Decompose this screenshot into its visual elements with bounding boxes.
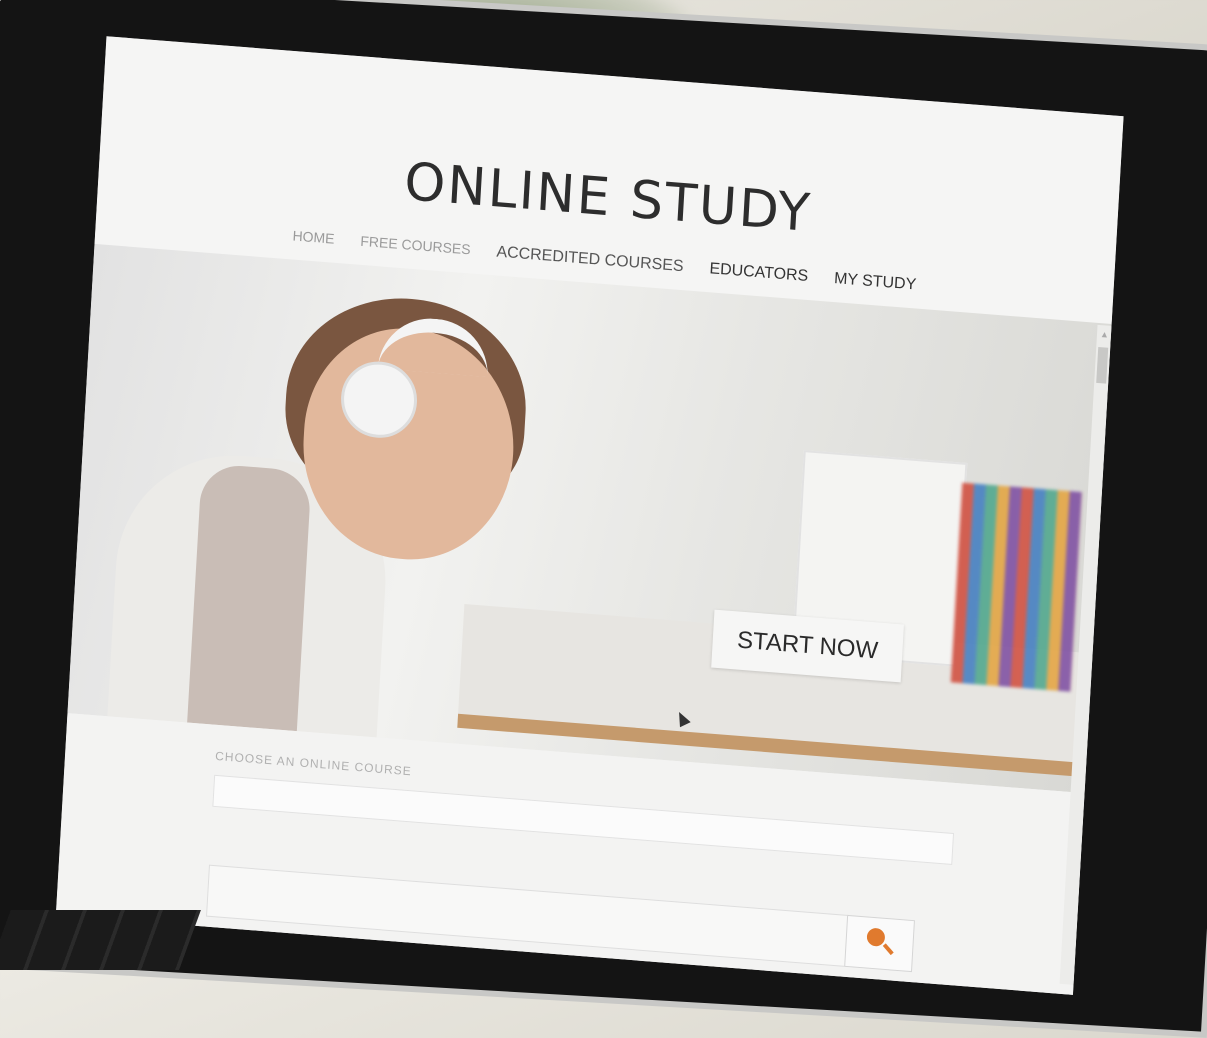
scrollbar-thumb[interactable] [1096,346,1109,384]
laptop-screen: ONLINE STUDY HOME FREE COURSES ACCREDITE… [55,36,1124,995]
laptop-keyboard [0,910,201,970]
nav-free-courses[interactable]: FREE COURSES [360,233,471,260]
hero-banner: START NOW [67,243,1112,794]
search-button[interactable] [844,914,915,973]
nav-home[interactable]: HOME [292,227,335,248]
search-icon [866,927,886,947]
nav-educators[interactable]: EDUCATORS [709,260,809,286]
search-icon-handle [882,943,894,956]
search-label: CHOOSE AN ONLINE COURSE [214,748,413,779]
scroll-up-arrow-icon[interactable]: ▲ [1100,329,1109,340]
site-title: ONLINE STUDY [402,152,814,245]
laptop-bezel: ONLINE STUDY HOME FREE COURSES ACCREDITE… [0,0,1207,1038]
course-select-field[interactable] [212,774,955,865]
nav-accredited-courses[interactable]: ACCREDITED COURSES [496,243,684,276]
hero-paint-rack [950,482,1082,692]
search-input[interactable] [206,864,850,967]
hero-person-vest [185,462,312,752]
nav-my-study[interactable]: MY STUDY [834,270,917,294]
